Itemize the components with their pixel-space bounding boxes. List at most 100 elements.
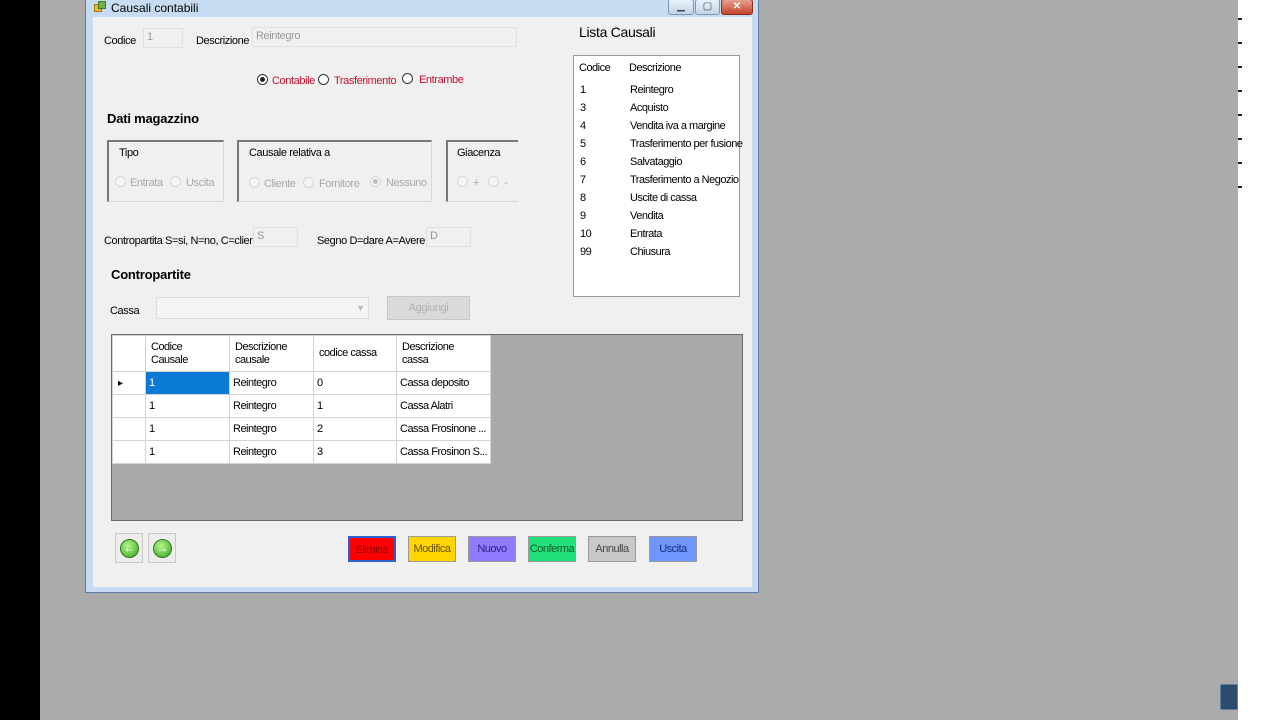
close-button[interactable]: ✕ — [721, 0, 753, 15]
table-row[interactable]: ▸ 1 Reintegro 0 Cassa deposito — [112, 371, 492, 395]
grid-column-header[interactable]: Descrizione causale — [229, 335, 314, 372]
conferma-button[interactable]: Conferma — [528, 536, 576, 562]
list-item[interactable]: 10 Entrata — [574, 228, 739, 246]
radio-entrambe-label: Entrambe — [419, 74, 464, 86]
table-cell[interactable]: Reintegro — [229, 440, 314, 464]
radio-nessuno[interactable] — [370, 176, 381, 187]
radio-giacenza-minus[interactable] — [488, 176, 499, 187]
contropartite-heading: Contropartite — [111, 267, 191, 282]
radio-trasferimento[interactable] — [318, 74, 329, 85]
table-cell[interactable]: Cassa deposito — [395, 371, 492, 395]
minimize-button[interactable]: ▁ — [668, 0, 694, 15]
elimina-button[interactable]: Elimina — [348, 536, 396, 562]
list-item[interactable]: 8 Uscite di cassa — [574, 192, 739, 210]
table-cell[interactable]: 1 — [313, 394, 397, 418]
list-item-descrizione: Uscite di cassa — [630, 192, 697, 204]
table-cell[interactable]: 0 — [313, 371, 397, 395]
segno-field[interactable]: D — [426, 227, 471, 247]
radio-entrata[interactable] — [115, 176, 126, 187]
table-cell[interactable]: Reintegro — [229, 394, 314, 418]
title-bar[interactable]: Causali contabili ▁ ▢ ✕ — [86, 0, 758, 17]
grid-header-row: Codice Causale Descrizione causale codice … — [112, 335, 492, 372]
radio-entrambe[interactable] — [402, 73, 413, 84]
list-item-descrizione: Salvataggio — [630, 156, 683, 168]
table-row[interactable]: 1 Reintegro 1 Cassa Alatri — [112, 394, 492, 418]
grid-column-header[interactable]: codice cassa — [313, 335, 397, 372]
previous-record-button[interactable]: ← — [115, 533, 143, 563]
list-item[interactable]: 3 Acquisto — [574, 102, 739, 120]
annulla-button[interactable]: Annulla — [588, 536, 636, 562]
causale-relativa-title: Causale relativa a — [249, 147, 330, 159]
row-header[interactable] — [112, 394, 146, 418]
row-header[interactable] — [112, 440, 146, 464]
radio-entrata-label: Entrata — [130, 177, 163, 189]
table-cell[interactable]: 1 — [145, 417, 230, 441]
lista-causali-listview[interactable]: Codice Descrizione 1 Reintegro 3 Acquisto 4 V… — [573, 55, 743, 297]
list-item[interactable]: 7 Trasferimento a Negozio — [574, 174, 739, 192]
radio-fornitore-label: Fornitore — [319, 178, 360, 190]
lista-causali-title: Lista Causali — [579, 24, 656, 40]
list-item[interactable]: 99 Chiusura — [574, 246, 739, 264]
contropartita-field[interactable]: S — [253, 227, 298, 247]
radio-nessuno-label: Nessuno — [386, 177, 427, 189]
list-item-codice: 7 — [580, 174, 586, 186]
table-cell[interactable]: Cassa Alatri — [395, 394, 492, 418]
list-item-codice: 99 — [580, 246, 592, 258]
list-item-codice: 1 — [580, 84, 586, 96]
list-item[interactable]: 1 Reintegro — [574, 84, 739, 102]
list-item[interactable]: 4 Vendita iva a margine — [574, 120, 739, 138]
table-cell[interactable]: 3 — [313, 440, 397, 464]
table-row[interactable]: 1 Reintegro 3 Cassa Frosinon S... — [112, 440, 492, 464]
screen-edge-strip — [1238, 0, 1280, 720]
grid-column-header[interactable]: Descrizione cassa — [395, 335, 492, 372]
row-header[interactable] — [112, 417, 146, 441]
list-item[interactable]: 9 Vendita — [574, 210, 739, 228]
list-item-descrizione: Chiusura — [630, 246, 671, 258]
modifica-button[interactable]: Modifica — [408, 536, 456, 562]
radio-giacenza-minus-label: - — [504, 177, 508, 189]
maximize-button[interactable]: ▢ — [695, 0, 720, 15]
table-cell[interactable]: 1 — [145, 371, 230, 395]
aggiungi-button[interactable]: Aggiungi — [387, 296, 470, 320]
descrizione-field[interactable]: Reintegro — [252, 27, 517, 47]
segno-label: Segno D=dare A=Avere — [317, 235, 425, 247]
nuovo-button[interactable]: Nuovo — [468, 536, 516, 562]
arrow-left-icon: ← — [120, 539, 139, 558]
list-item[interactable]: 6 Salvataggio — [574, 156, 739, 174]
cassa-combobox[interactable]: ▼ — [156, 297, 369, 319]
grid-column-header[interactable]: Codice Causale — [145, 335, 230, 372]
contropartite-datagrid[interactable]: Codice Causale Descrizione causale codice … — [111, 334, 743, 521]
uscita-button[interactable]: Uscita — [649, 536, 697, 562]
table-cell[interactable]: 1 — [145, 394, 230, 418]
contropartita-label: Contropartita S=si, N=no, C=cliente — [104, 235, 264, 247]
next-record-button[interactable]: → — [148, 533, 176, 563]
radio-cliente[interactable] — [249, 177, 260, 188]
current-row-icon: ▸ — [118, 378, 123, 389]
radio-trasferimento-label: Trasferimento — [334, 75, 397, 87]
arrow-right-icon: → — [153, 539, 172, 558]
list-header-descrizione[interactable]: Descrizione — [629, 62, 681, 74]
table-cell[interactable]: 1 — [145, 440, 230, 464]
radio-contabile[interactable] — [257, 74, 268, 85]
descrizione-label: Descrizione — [196, 35, 250, 47]
radio-uscita[interactable] — [170, 176, 181, 187]
radio-fornitore[interactable] — [303, 177, 314, 188]
list-item[interactable]: 5 Trasferimento per fusione — [574, 138, 743, 156]
table-cell[interactable]: Cassa Frosinone ... — [395, 417, 492, 441]
grid-col-0-line2: Causale — [151, 353, 188, 366]
table-cell[interactable]: Reintegro — [229, 371, 314, 395]
radio-giacenza-plus[interactable] — [457, 176, 468, 187]
list-item-descrizione: Trasferimento per fusione — [630, 138, 743, 150]
list-header-codice[interactable]: Codice — [579, 62, 611, 74]
taskbar-icon[interactable] — [1220, 684, 1238, 710]
window-title: Causali contabili — [111, 1, 199, 15]
row-header[interactable]: ▸ — [112, 371, 146, 395]
list-item-codice: 8 — [580, 192, 586, 204]
codice-field[interactable]: 1 — [143, 28, 183, 48]
radio-giacenza-plus-label: + — [473, 177, 480, 189]
table-cell[interactable]: 2 — [313, 417, 397, 441]
table-cell[interactable]: Reintegro — [229, 417, 314, 441]
table-cell[interactable]: Cassa Frosinon S... — [395, 440, 492, 464]
list-item-descrizione: Trasferimento a Negozio — [630, 174, 739, 186]
table-row[interactable]: 1 Reintegro 2 Cassa Frosinone ... — [112, 417, 492, 441]
